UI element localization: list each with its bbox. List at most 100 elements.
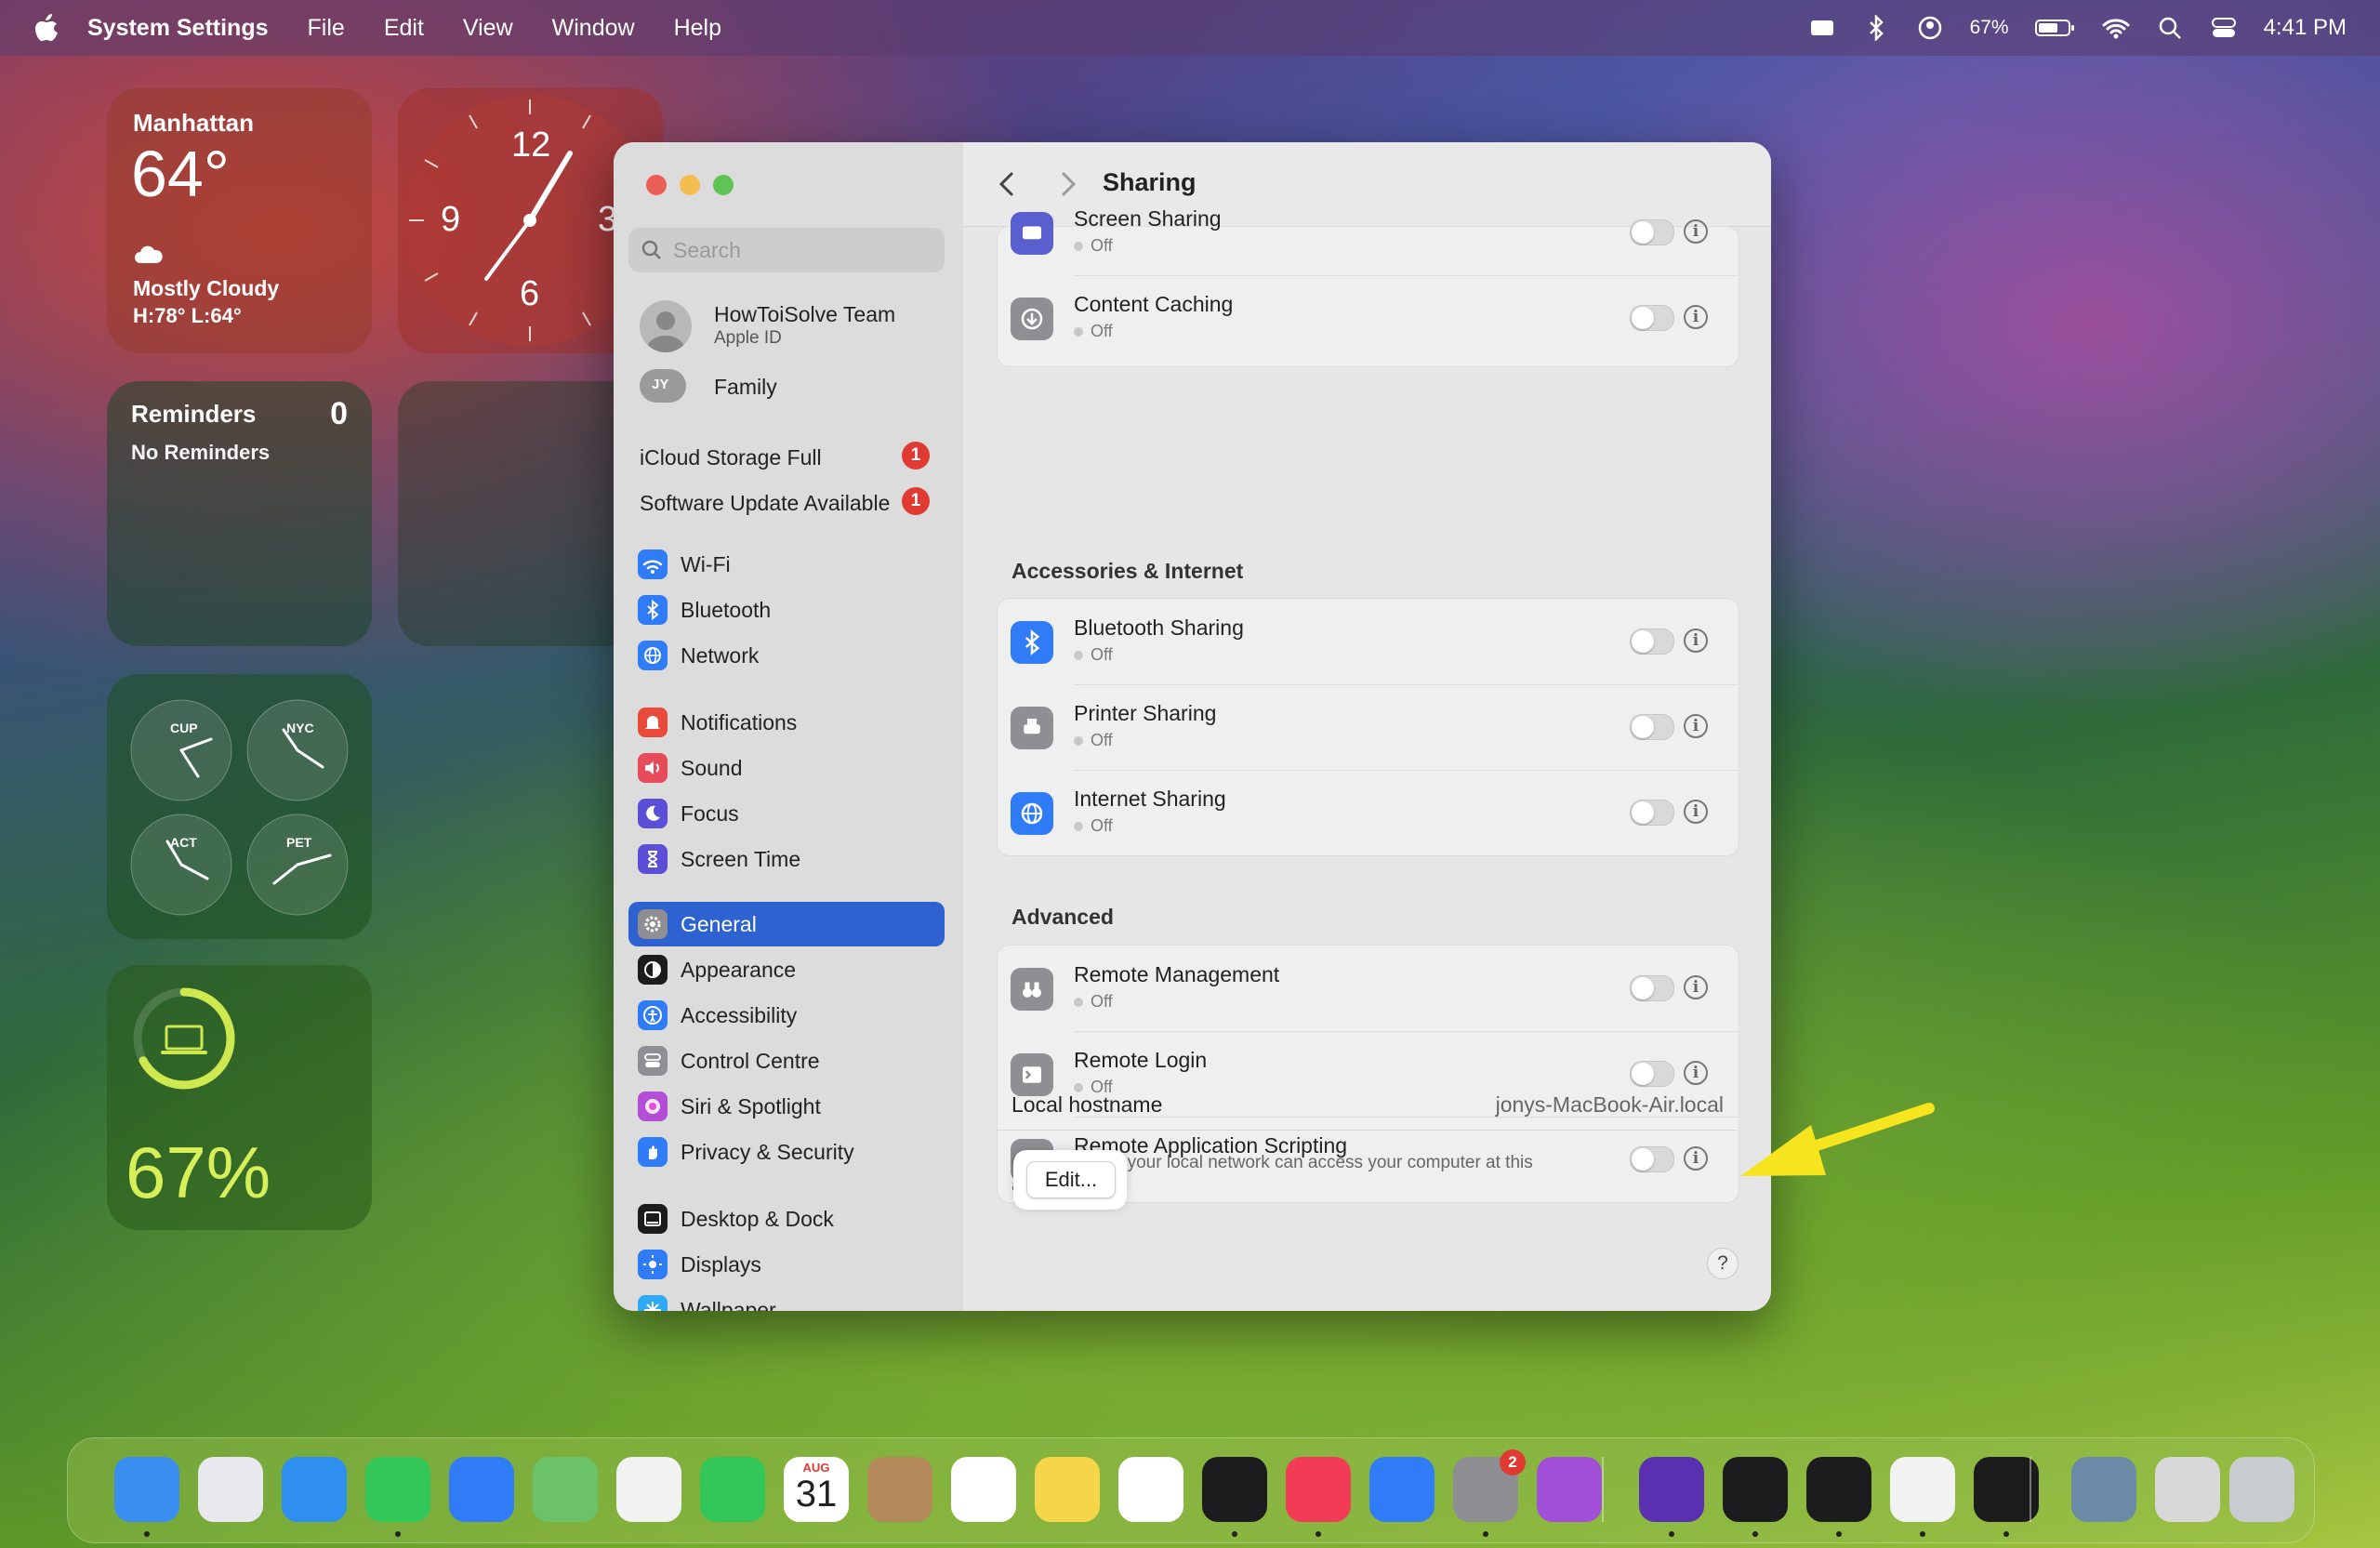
control-centre-icon bbox=[638, 1046, 668, 1076]
apple-id-profile[interactable]: HowToiSolve Team Apple ID bbox=[640, 298, 946, 354]
downloads-stack-icon[interactable] bbox=[2071, 1457, 2136, 1522]
calendar-icon[interactable]: AUG 31 bbox=[784, 1457, 849, 1522]
chrome-icon[interactable] bbox=[1890, 1457, 1955, 1522]
row-label: Printer Sharing bbox=[1074, 701, 1217, 725]
sidebar-item-notifications[interactable]: Notifications bbox=[628, 700, 945, 745]
weather-widget[interactable]: Manhattan 64° Mostly Cloudy H:78° L:64° bbox=[107, 88, 372, 353]
feedback-icon[interactable] bbox=[1537, 1457, 1602, 1522]
system-settings-icon[interactable]: 2 bbox=[1453, 1449, 1526, 1522]
sidebar-item-accessibility[interactable]: Accessibility bbox=[628, 993, 945, 1038]
sidebar-item-sound[interactable]: Sound bbox=[628, 746, 945, 790]
toggle-switch[interactable] bbox=[1630, 800, 1674, 826]
activity-monitor-icon[interactable] bbox=[1723, 1457, 1788, 1522]
toggle-switch[interactable] bbox=[1630, 219, 1674, 245]
photos-icon[interactable] bbox=[616, 1457, 681, 1522]
menu-help[interactable]: Help bbox=[674, 15, 721, 42]
facetime-icon[interactable] bbox=[700, 1457, 765, 1522]
app-menu[interactable]: System Settings bbox=[87, 15, 269, 42]
messages-icon[interactable] bbox=[365, 1457, 430, 1522]
row-status: Off bbox=[1074, 322, 1113, 341]
info-icon[interactable]: i bbox=[1684, 714, 1708, 738]
notes-icon[interactable] bbox=[1035, 1457, 1100, 1522]
firefox-icon[interactable] bbox=[1639, 1457, 1704, 1522]
running-indicator bbox=[1836, 1531, 1842, 1537]
info-icon[interactable]: i bbox=[1684, 305, 1708, 329]
apple-menu-icon[interactable] bbox=[28, 9, 65, 46]
toggle-switch[interactable] bbox=[1630, 305, 1674, 331]
launchpad-icon[interactable] bbox=[198, 1457, 263, 1522]
battery-widget[interactable]: 67% bbox=[107, 965, 372, 1230]
sidebar-item-general[interactable]: General bbox=[628, 902, 945, 946]
user-icon[interactable] bbox=[1916, 14, 1944, 42]
menu-edit[interactable]: Edit bbox=[384, 15, 424, 42]
sidebar-item-wi-fi[interactable]: Wi-Fi bbox=[628, 542, 945, 587]
screen-mirroring-icon[interactable] bbox=[1808, 14, 1836, 42]
mail-icon[interactable] bbox=[449, 1457, 514, 1522]
edit-hostname-button[interactable]: Edit... bbox=[1026, 1161, 1116, 1198]
sidebar-item-label: Accessibility bbox=[681, 1002, 798, 1027]
menu-view[interactable]: View bbox=[463, 15, 513, 42]
info-icon[interactable]: i bbox=[1684, 975, 1708, 999]
close-window-button[interactable] bbox=[646, 175, 667, 195]
zoom-window-button[interactable] bbox=[713, 175, 734, 195]
sidebar-item-displays[interactable]: Displays bbox=[628, 1242, 945, 1287]
clock-numeral-9: 9 bbox=[441, 200, 461, 239]
sidebar-item-control-centre[interactable]: Control Centre bbox=[628, 1039, 945, 1083]
sidebar-item-appearance[interactable]: Appearance bbox=[628, 947, 945, 992]
info-icon[interactable]: i bbox=[1684, 628, 1708, 653]
freeform-icon[interactable] bbox=[1118, 1457, 1183, 1522]
running-indicator bbox=[1669, 1531, 1674, 1537]
sidebar-item-network[interactable]: Network bbox=[628, 633, 945, 678]
siri-icon bbox=[638, 1092, 668, 1121]
battery-icon[interactable] bbox=[2034, 14, 2076, 42]
sidebar-item-bluetooth[interactable]: Bluetooth bbox=[628, 588, 945, 632]
tv-icon[interactable] bbox=[1202, 1457, 1267, 1522]
sidebar-item-privacy-security[interactable]: Privacy & Security bbox=[628, 1130, 945, 1174]
running-indicator bbox=[1483, 1531, 1488, 1537]
help-button[interactable]: ? bbox=[1707, 1248, 1739, 1279]
reminders-icon[interactable] bbox=[951, 1457, 1016, 1522]
hand-icon bbox=[638, 1137, 668, 1167]
trash-icon[interactable] bbox=[2229, 1457, 2294, 1522]
sidebar-item-focus[interactable]: Focus bbox=[628, 791, 945, 836]
toggle-switch[interactable] bbox=[1630, 1146, 1674, 1172]
app-store-icon[interactable] bbox=[1369, 1457, 1435, 1522]
finder-icon[interactable] bbox=[114, 1457, 179, 1522]
sidebar-item-family[interactable]: JY Family bbox=[640, 367, 946, 410]
control-centre-icon[interactable] bbox=[2210, 14, 2238, 42]
sidebar-item-label: General bbox=[681, 911, 757, 936]
icloud-storage-alert[interactable]: iCloud Storage Full 1 bbox=[640, 438, 946, 475]
spotlight-search-icon[interactable] bbox=[2156, 14, 2184, 42]
sidebar-item-wallpaper[interactable]: Wallpaper bbox=[628, 1288, 945, 1311]
menu-window[interactable]: Window bbox=[552, 15, 635, 42]
world-clock-widget[interactable]: CUP NYC ACT PET bbox=[107, 674, 372, 939]
sidebar-item-desktop-dock[interactable]: Desktop & Dock bbox=[628, 1197, 945, 1241]
gear-icon bbox=[638, 909, 668, 939]
safari-icon[interactable] bbox=[282, 1457, 347, 1522]
toggle-switch[interactable] bbox=[1630, 975, 1674, 1001]
software-update-alert[interactable]: Software Update Available 1 bbox=[640, 483, 946, 521]
sidebar-search[interactable]: Search bbox=[628, 228, 945, 272]
info-icon[interactable]: i bbox=[1684, 800, 1708, 824]
bluetooth-icon[interactable] bbox=[1862, 14, 1890, 42]
sidebar-item-label: Privacy & Security bbox=[681, 1139, 854, 1164]
info-icon[interactable]: i bbox=[1684, 1146, 1708, 1171]
sidebar-item-screen-time[interactable]: Screen Time bbox=[628, 837, 945, 881]
toggle-switch[interactable] bbox=[1630, 628, 1674, 655]
minimize-window-button[interactable] bbox=[680, 175, 700, 195]
reminders-widget[interactable]: Reminders 0 No Reminders bbox=[107, 381, 372, 646]
battery-percent[interactable]: 67% bbox=[1970, 17, 2009, 39]
menu-file[interactable]: File bbox=[308, 15, 345, 42]
clock-time[interactable]: 4:41 PM bbox=[2264, 15, 2347, 41]
info-icon[interactable]: i bbox=[1684, 1061, 1708, 1085]
documents-stack-icon[interactable] bbox=[2155, 1457, 2220, 1522]
wifi-icon[interactable] bbox=[2102, 14, 2130, 42]
music-icon[interactable] bbox=[1286, 1457, 1351, 1522]
contacts-icon[interactable] bbox=[867, 1457, 932, 1522]
sidebar-item-siri-spotlight[interactable]: Siri & Spotlight bbox=[628, 1084, 945, 1129]
voice-memos-icon[interactable] bbox=[1806, 1457, 1871, 1522]
maps-icon[interactable] bbox=[533, 1457, 598, 1522]
toggle-switch[interactable] bbox=[1630, 714, 1674, 740]
toggle-switch[interactable] bbox=[1630, 1061, 1674, 1087]
info-icon[interactable]: i bbox=[1684, 219, 1708, 244]
